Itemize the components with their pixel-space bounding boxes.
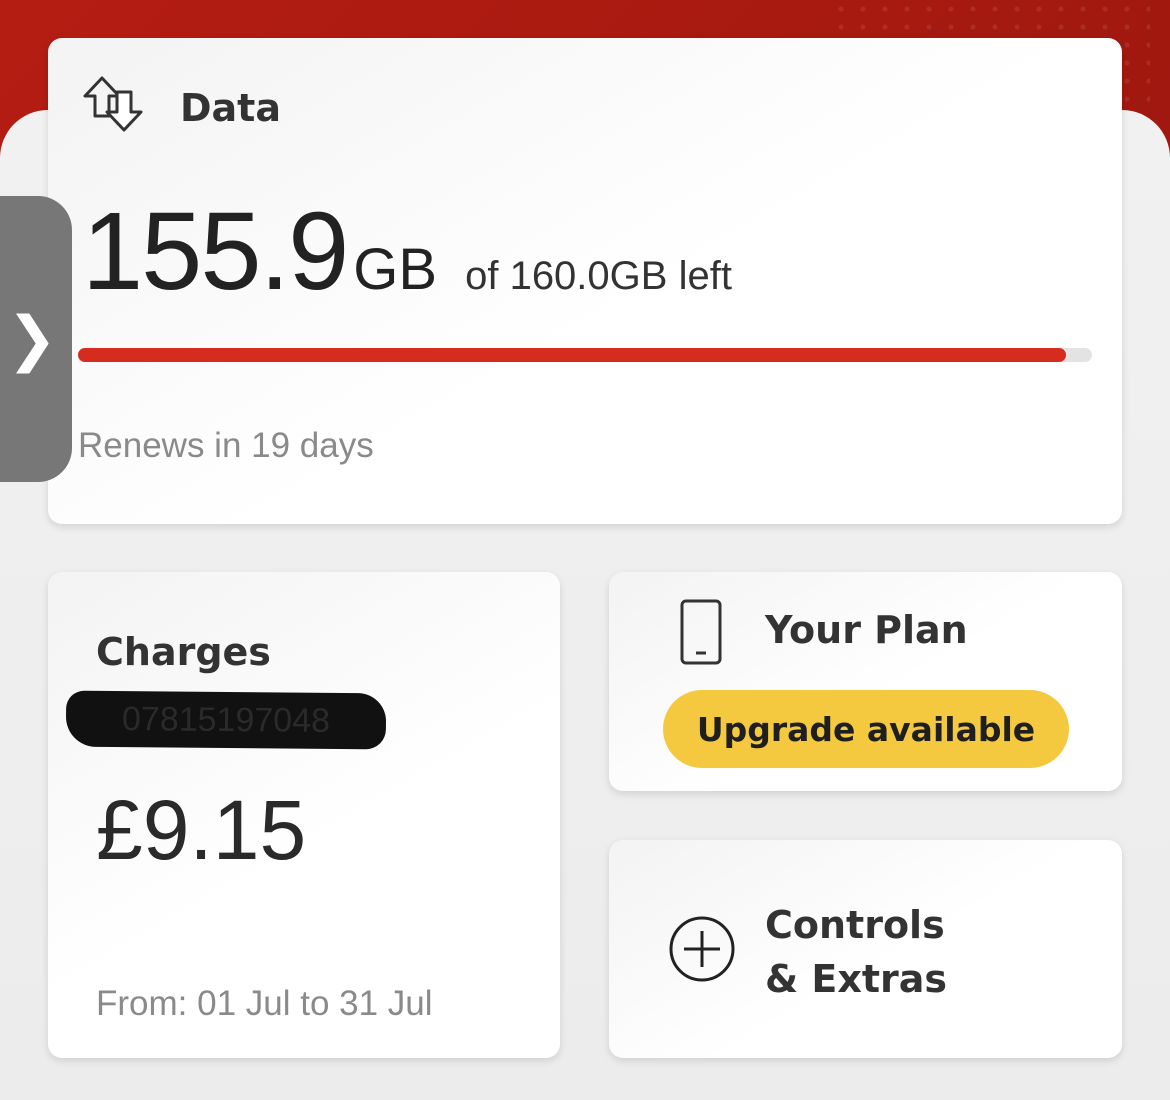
- your-plan-card[interactable]: Your Plan Upgrade available: [609, 572, 1122, 791]
- plus-circle-icon: [669, 916, 735, 982]
- data-remaining-amount: 155.9: [82, 190, 349, 313]
- upgrade-available-button[interactable]: Upgrade available: [663, 690, 1069, 768]
- data-transfer-icon: [83, 76, 143, 132]
- charges-card[interactable]: Charges 07815197048 £9.15 From: 01 Jul t…: [48, 572, 560, 1058]
- your-plan-title: Your Plan: [765, 608, 968, 652]
- redacted-phone-number: 07815197048: [65, 690, 387, 750]
- charges-period: From: 01 Jul to 31 Jul: [96, 984, 433, 1023]
- controls-extras-title: Controls & Extras: [765, 898, 947, 1006]
- controls-extras-title-line1: Controls: [765, 903, 945, 947]
- side-drawer-tab[interactable]: ❯: [0, 196, 72, 482]
- data-card-title: Data: [180, 86, 281, 130]
- data-remaining-unit: GB: [353, 237, 438, 302]
- data-allowance-text: of 160.0GB left: [465, 254, 732, 298]
- chevron-right-icon: ❯: [6, 304, 58, 374]
- controls-extras-title-line2: & Extras: [765, 957, 948, 1001]
- data-usage-progress-fill: [78, 348, 1066, 362]
- data-usage-progress-bar: [78, 348, 1092, 362]
- data-usage-card[interactable]: Data 155.9 GB of 160.0GB left Renews in …: [48, 38, 1122, 524]
- phone-icon: [680, 599, 722, 665]
- charges-amount: £9.15: [96, 783, 307, 877]
- data-renewal-text: Renews in 19 days: [78, 426, 374, 465]
- data-usage-summary: 155.9 GB of 160.0GB left: [82, 188, 732, 315]
- controls-extras-card[interactable]: Controls & Extras: [609, 840, 1122, 1058]
- redacted-phone-number-text: 07815197048: [121, 699, 331, 740]
- charges-card-title: Charges: [96, 630, 271, 674]
